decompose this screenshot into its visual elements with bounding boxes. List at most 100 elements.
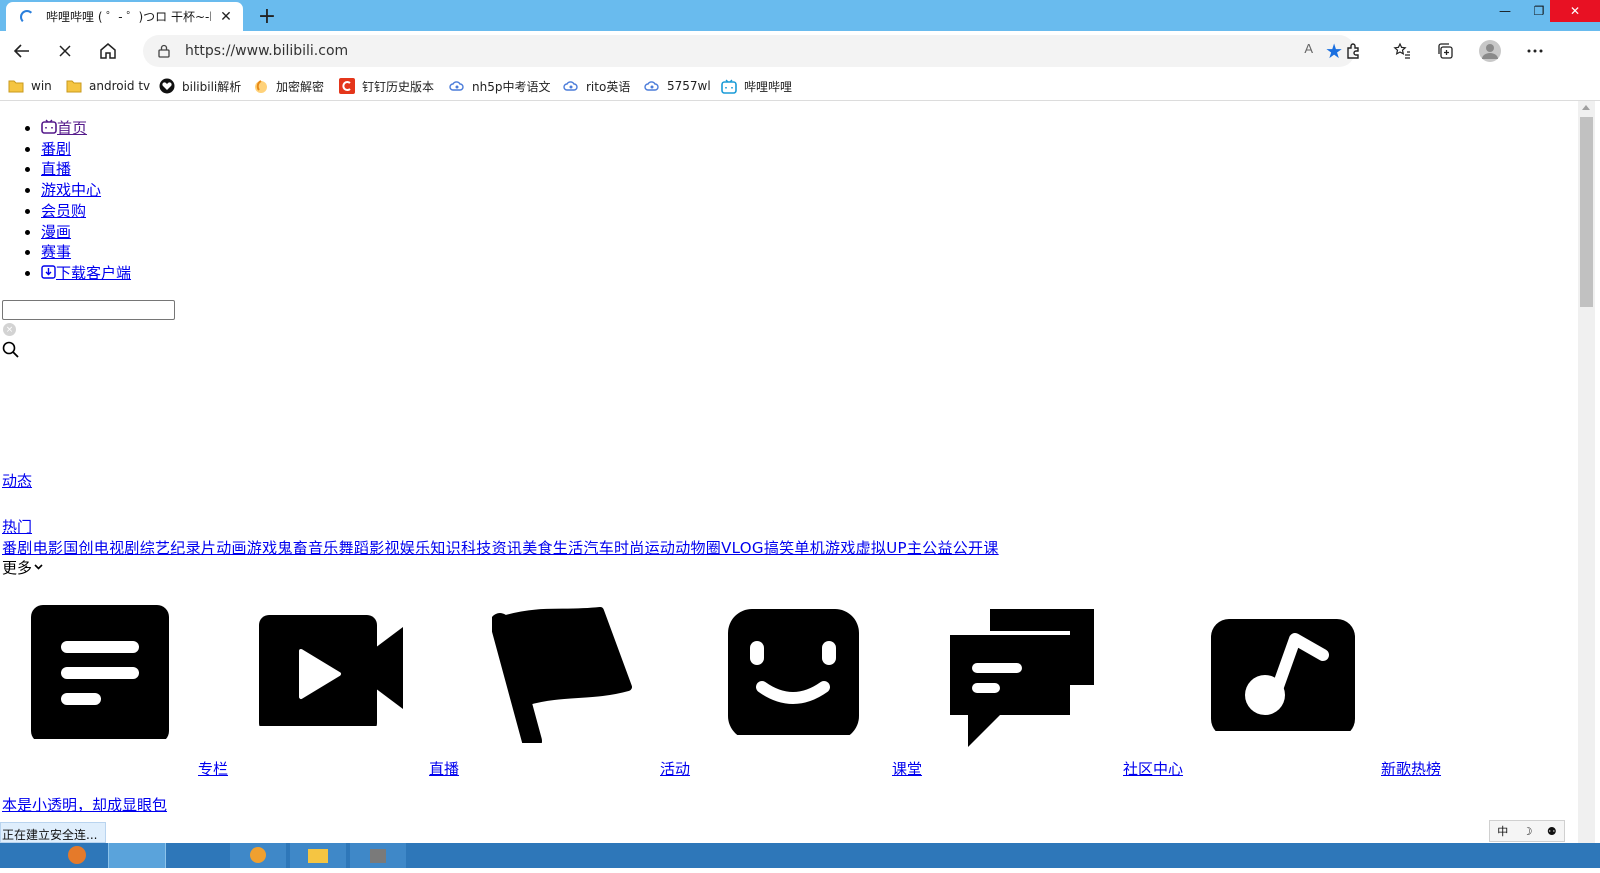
address-bar[interactable]: https://www.bilibili.com A ★: [143, 35, 1355, 67]
bookmark-label: rito英语: [586, 79, 631, 94]
nav-link-game-center[interactable]: 游戏中心: [41, 181, 101, 199]
nav-link-home[interactable]: 首页: [41, 119, 87, 137]
extensions-button[interactable]: [1340, 37, 1368, 65]
nav-item-home: 首页: [41, 118, 131, 139]
swirl-icon: [253, 78, 269, 94]
more-categories-button[interactable]: 更多: [2, 557, 43, 578]
vertical-scrollbar[interactable]: [1578, 101, 1595, 843]
back-arrow-icon: [13, 44, 29, 58]
feature-link-classroom[interactable]: 课堂: [892, 758, 922, 779]
nav-link-manga[interactable]: 漫画: [41, 223, 71, 241]
nav-item-vip-shop: 会员购: [41, 201, 131, 222]
page-content: 首页 番剧 直播 游戏中心 会员购 漫画 赛事 下载客户端 × 动态 热门 番剧…: [0, 101, 1578, 843]
bookmark-5757wl[interactable]: 5757wl: [644, 76, 711, 96]
feature-link-community[interactable]: 社区中心: [1123, 758, 1183, 779]
nav-label: 下载客户端: [56, 263, 132, 282]
new-tab-button[interactable]: +: [255, 4, 279, 29]
bookmark-bilibili-parser[interactable]: bilibili解析: [159, 76, 241, 96]
feature-link-activity[interactable]: 活动: [660, 758, 690, 779]
clear-search-button[interactable]: ×: [3, 323, 16, 336]
home-icon: [100, 43, 116, 59]
bookmark-bilibili[interactable]: 哔哩哔哩: [721, 76, 792, 96]
taskbar-app-icon[interactable]: [62, 843, 92, 868]
nav-label: 首页: [57, 119, 88, 137]
video-camera-icon[interactable]: [259, 601, 404, 726]
tab-close-button[interactable]: ✕: [217, 7, 235, 25]
ime-mode[interactable]: 中: [1497, 823, 1508, 839]
scrollbar-thumb[interactable]: [1580, 117, 1593, 307]
lock-icon[interactable]: [157, 44, 171, 58]
nav-item-bangumi: 番剧: [41, 139, 131, 160]
loading-spinner-icon: [20, 9, 34, 24]
music-note-icon[interactable]: [1211, 601, 1357, 731]
collections-button[interactable]: [1431, 37, 1459, 65]
favorites-button[interactable]: [1388, 37, 1416, 65]
bookmark-label: nh5p中考语文: [472, 79, 551, 94]
bookmark-dingtalk[interactable]: 钉钉历史版本: [339, 76, 434, 96]
dynamic-link[interactable]: 动态: [2, 470, 32, 491]
bookmark-android-tv[interactable]: android tv: [66, 76, 150, 96]
nav-link-esports[interactable]: 赛事: [41, 243, 71, 261]
more-menu-button[interactable]: [1521, 37, 1549, 65]
url-text[interactable]: https://www.bilibili.com: [185, 43, 348, 59]
article-icon[interactable]: [31, 601, 169, 739]
cloud-icon: [563, 78, 579, 94]
moon-icon[interactable]: ☽: [1523, 825, 1533, 838]
close-icon: [59, 45, 71, 57]
feature-link-live[interactable]: 直播: [429, 758, 459, 779]
minimize-button[interactable]: —: [1490, 0, 1520, 22]
bookmark-label: bilibili解析: [182, 79, 242, 94]
status-bubble: 正在建立安全连...: [0, 822, 106, 843]
nav-link-live[interactable]: 直播: [41, 160, 71, 178]
smile-face-icon[interactable]: [728, 601, 860, 735]
bookmark-label: 5757wl: [667, 79, 711, 93]
chat-bubbles-icon[interactable]: [950, 601, 1096, 747]
download-icon: [41, 265, 56, 279]
taskbar-folder-icon[interactable]: [290, 843, 346, 868]
browser-title-bar: 哔哩哔哩 ( ゜- ゜)つロ 干杯~-bili ✕ + — ❐ ✕: [0, 0, 1600, 31]
taskbar-app-icon[interactable]: [350, 843, 406, 868]
collections-icon: [1438, 43, 1453, 59]
c-logo-icon: [339, 78, 355, 94]
flag-icon[interactable]: [492, 601, 632, 743]
search-icon[interactable]: [2, 341, 20, 359]
back-button[interactable]: [8, 37, 36, 65]
stop-loading-button[interactable]: [51, 37, 79, 65]
nav-item-live: 直播: [41, 159, 131, 180]
browser-toolbar: https://www.bilibili.com A ★: [0, 31, 1600, 71]
nav-item-game-center: 游戏中心: [41, 180, 131, 201]
home-button[interactable]: [94, 37, 122, 65]
bookmark-nh5p[interactable]: nh5p中考语文: [449, 76, 550, 96]
taskbar-browser-icon[interactable]: [108, 843, 166, 868]
bookmark-win[interactable]: win: [8, 76, 52, 96]
nav-item-download: 下载客户端: [41, 263, 131, 284]
search-input[interactable]: [2, 300, 175, 320]
nav-link-download[interactable]: 下载客户端: [41, 264, 131, 282]
ellipsis-icon: [1527, 49, 1543, 53]
more-label: 更多: [2, 559, 33, 577]
favorites-list-icon: [1393, 42, 1410, 59]
tab-title: 哔哩哔哩 ( ゜- ゜)つロ 干杯~-bili: [46, 10, 211, 24]
nav-link-bangumi[interactable]: 番剧: [41, 140, 71, 158]
bookmark-rito[interactable]: rito英语: [563, 76, 630, 96]
folder-icon: [8, 78, 24, 94]
user-icon[interactable]: ⚉: [1547, 825, 1557, 838]
profile-button[interactable]: [1476, 37, 1504, 65]
scroll-up-icon[interactable]: [1582, 105, 1590, 110]
bookmark-label: 哔哩哔哩: [744, 79, 793, 94]
category-links[interactable]: 番剧电影国创电视剧综艺纪录片动画游戏鬼畜音乐舞蹈影视娱乐知识科技资讯美食生活汽车…: [2, 537, 999, 558]
ime-toolbar[interactable]: 中 ☽ ⚉: [1489, 820, 1565, 842]
bookmark-encrypt[interactable]: 加密解密: [253, 76, 324, 96]
feature-link-new-songs[interactable]: 新歌热榜: [1381, 758, 1441, 779]
avatar-icon: [1479, 40, 1501, 62]
browser-tab-active[interactable]: 哔哩哔哩 ( ゜- ゜)つロ 干杯~-bili ✕: [6, 2, 243, 31]
nav-link-vip-shop[interactable]: 会员购: [41, 202, 86, 220]
hot-link[interactable]: 热门: [2, 516, 32, 537]
banner-link[interactable]: 本是小透明，却成显眼包: [2, 794, 167, 815]
heart-icon: [159, 78, 175, 94]
close-window-button[interactable]: ✕: [1550, 0, 1600, 22]
read-aloud-icon[interactable]: A: [1304, 41, 1313, 56]
feature-link-column[interactable]: 专栏: [198, 758, 228, 779]
taskbar-app-icon[interactable]: [230, 843, 286, 868]
bookmark-label: 钉钉历史版本: [362, 79, 435, 94]
